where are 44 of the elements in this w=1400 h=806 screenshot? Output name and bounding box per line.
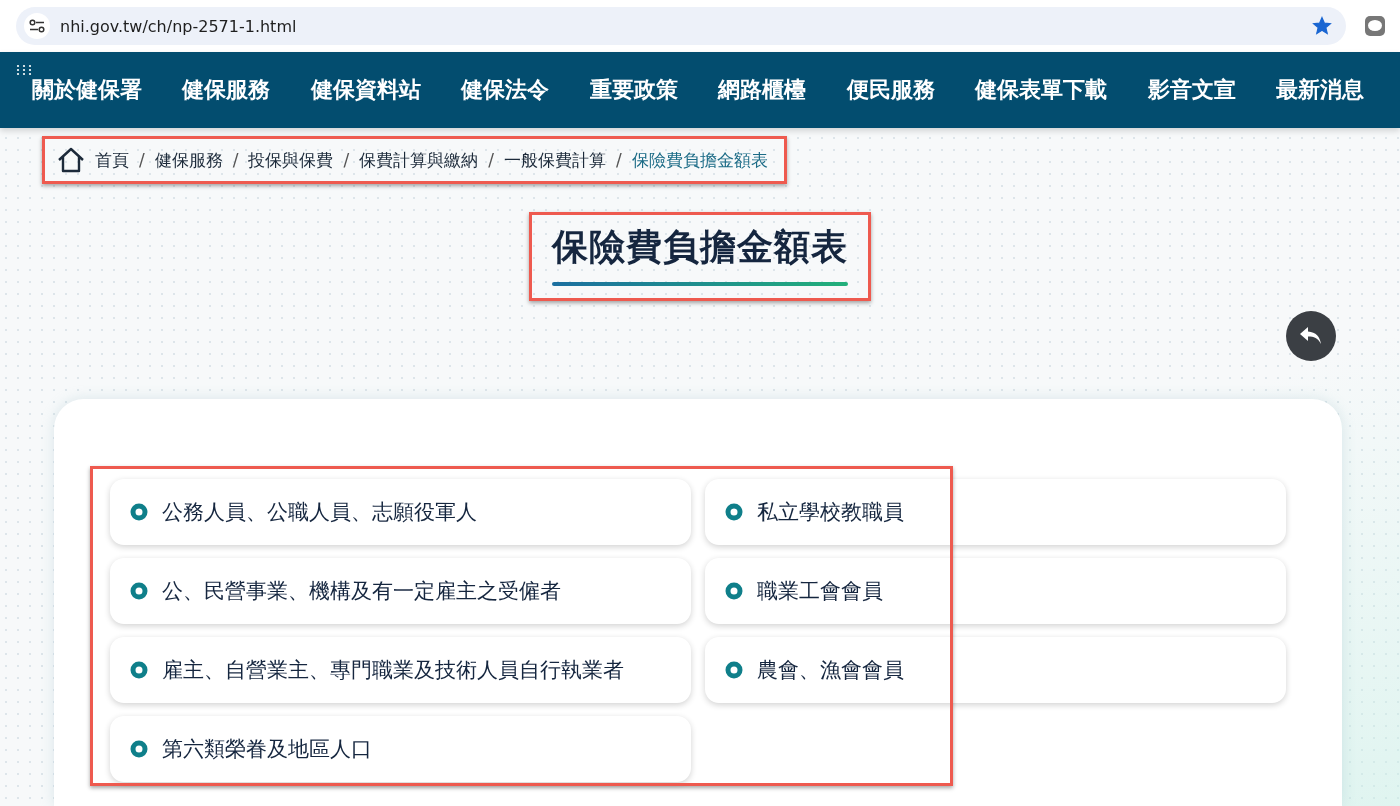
breadcrumb-link[interactable]: 健保服務 (154, 148, 223, 172)
nav-link[interactable]: 網路櫃檯 (718, 75, 807, 105)
breadcrumb-link[interactable]: 保險費負擔金額表 (631, 148, 768, 172)
chat-extension-icon[interactable] (1364, 15, 1386, 37)
nav-link[interactable]: 影音文宣 (1147, 75, 1236, 105)
address-bar[interactable]: nhi.gov.tw/ch/np-2571-1.html (16, 7, 1346, 45)
breadcrumb-link[interactable]: 保費計算與繳納 (359, 148, 479, 172)
breadcrumb-separator: / (232, 150, 239, 170)
nav-link[interactable]: 健保資料站 (310, 75, 421, 105)
home-icon[interactable] (57, 147, 85, 173)
bookmark-star-icon[interactable] (1312, 16, 1332, 36)
ring-bullet-icon (130, 661, 148, 679)
breadcrumb-separator: / (615, 150, 622, 170)
ring-bullet-icon (725, 582, 743, 600)
breadcrumb-separator: / (488, 150, 494, 170)
back-button[interactable] (1286, 311, 1336, 361)
breadcrumb-separator: / (139, 150, 145, 170)
grid-menu-icon[interactable] (16, 64, 32, 76)
ring-bullet-icon (130, 503, 148, 521)
breadcrumb-separator: / (343, 150, 350, 170)
site-settings-icon[interactable] (24, 13, 50, 39)
category-link[interactable]: 農會、漁會會員 (705, 637, 1286, 703)
ring-bullet-icon (725, 661, 743, 679)
nav-link[interactable]: 重要政策 (589, 75, 678, 105)
category-link[interactable]: 私立學校教職員 (705, 479, 1286, 545)
ring-bullet-icon (130, 740, 148, 758)
ring-bullet-icon (725, 503, 743, 521)
breadcrumb-link[interactable]: 一般保費計算 (503, 148, 606, 172)
nav-link[interactable]: 關於健保署 (32, 75, 142, 105)
nav-link[interactable]: 健保法令 (461, 75, 550, 105)
nav-link[interactable]: 健保服務 (182, 75, 271, 105)
category-link[interactable]: 公務人員、公職人員、志願役軍人 (110, 479, 691, 545)
nav-link[interactable]: 健保表單下載 (975, 75, 1108, 105)
nav-link[interactable]: 便民服務 (846, 75, 935, 105)
page-title: 保險費負擔金額表 (552, 225, 848, 269)
category-link[interactable]: 職業工會會員 (705, 558, 1286, 624)
nav-link[interactable]: 最新消息 (1275, 75, 1364, 105)
ring-bullet-icon (130, 582, 148, 600)
category-link[interactable]: 雇主、自營業主、專門職業及技術人員自行執業者 (110, 637, 691, 703)
breadcrumb-link[interactable]: 投保與保費 (248, 148, 334, 172)
category-link[interactable]: 第六類榮眷及地區人口 (110, 716, 691, 782)
breadcrumb-link[interactable]: 首頁 (95, 148, 129, 172)
url-text: nhi.gov.tw/ch/np-2571-1.html (60, 16, 298, 36)
category-link[interactable]: 公、民營事業、機構及有一定雇主之受僱者 (110, 558, 691, 624)
